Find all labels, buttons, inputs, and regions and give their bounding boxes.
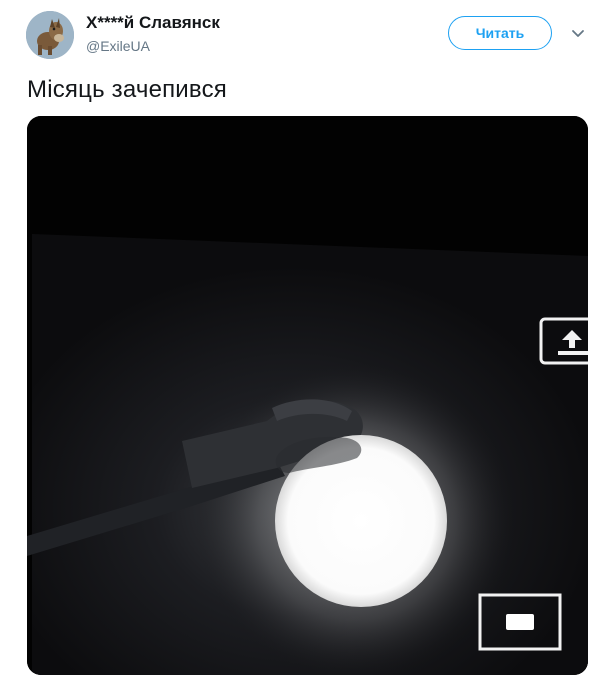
tweet-menu-caret[interactable] — [569, 24, 587, 42]
chevron-down-icon — [572, 30, 584, 37]
tweet-text: Місяць зачепився — [27, 76, 227, 103]
user-avatar[interactable] — [26, 11, 74, 59]
user-handle[interactable]: @ExileUA — [86, 38, 150, 54]
moon-behind-street-lamp-photo — [27, 116, 588, 675]
follow-button[interactable]: Читать — [448, 16, 552, 50]
tweet-photo[interactable] — [27, 116, 588, 675]
donkey-avatar-icon — [26, 11, 74, 59]
display-name[interactable]: Х****й Славянск — [86, 13, 220, 33]
